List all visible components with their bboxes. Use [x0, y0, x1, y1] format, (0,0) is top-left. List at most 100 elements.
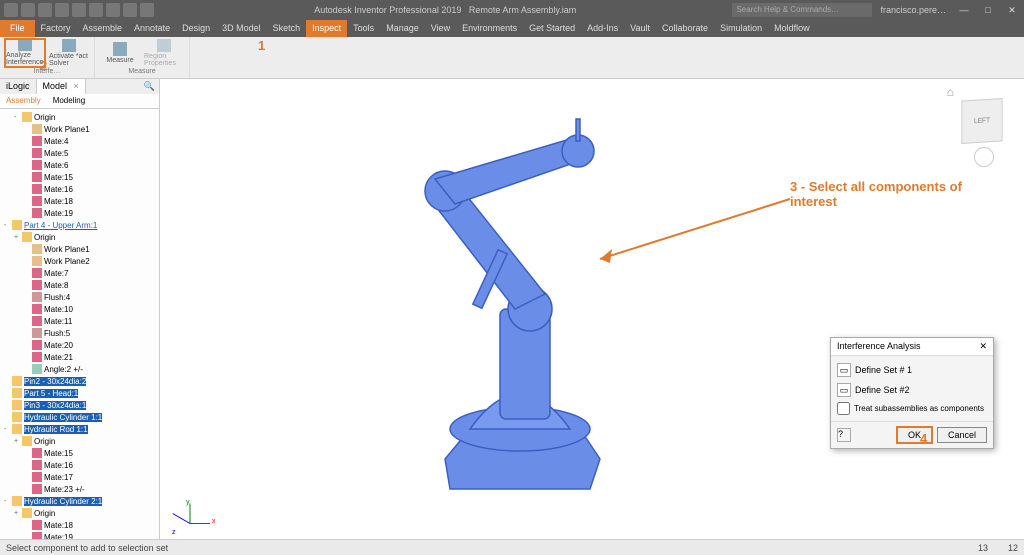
home-view-icon[interactable]: ⌂ [947, 85, 954, 99]
dialog-titlebar[interactable]: Interference Analysis ✕ [831, 338, 993, 356]
menu-simulation[interactable]: Simulation [714, 20, 768, 37]
expand-icon[interactable]: + [14, 234, 22, 241]
menu-environments[interactable]: Environments [456, 20, 523, 37]
tree-node[interactable]: -Hydraulic Rod 1:1 [0, 423, 159, 435]
tree-node[interactable]: Mate:21 [0, 351, 159, 363]
maximize-button[interactable]: □ [976, 0, 1000, 20]
define-set-2[interactable]: ▭ Define Set #2 [837, 380, 987, 400]
qat-appearance-icon[interactable] [123, 3, 137, 17]
tree-node[interactable]: Mate:15 [0, 171, 159, 183]
tree-node[interactable]: Work Plane2 [0, 255, 159, 267]
user-area[interactable]: francisco.pere… [880, 5, 952, 15]
tree-node[interactable]: Mate:8 [0, 279, 159, 291]
tree-node[interactable]: Mate:6 [0, 159, 159, 171]
qat-home-icon[interactable] [89, 3, 103, 17]
viewport[interactable]: ⌂ LEFT [160, 79, 1024, 539]
tree-node[interactable]: Mate:20 [0, 339, 159, 351]
tab-model[interactable]: Model × [37, 79, 86, 94]
tree-node[interactable]: +Origin [0, 435, 159, 447]
define-set-1[interactable]: ▭ Define Set # 1 [837, 360, 987, 380]
close-icon[interactable]: × [74, 81, 79, 91]
file-menu[interactable]: File [0, 20, 35, 37]
close-button[interactable]: ✕ [1000, 0, 1024, 20]
menu-design[interactable]: Design [176, 20, 216, 37]
qat-material-icon[interactable] [106, 3, 120, 17]
tree-node[interactable]: Part 5 - Head:1 [0, 387, 159, 399]
help-search-input[interactable]: Search Help & Commands… [732, 3, 872, 17]
ribbon-btn-measure[interactable]: Measure [99, 38, 141, 68]
dialog-close-icon[interactable]: ✕ [979, 341, 987, 352]
tree-node[interactable]: Mate:18 [0, 519, 159, 531]
expand-icon[interactable]: - [14, 114, 22, 121]
tree-node[interactable]: Mate:19 [0, 531, 159, 539]
expand-icon[interactable]: + [14, 438, 22, 445]
menu-factory[interactable]: Factory [35, 20, 77, 37]
tree-node[interactable]: Mate:19 [0, 207, 159, 219]
tree-node[interactable]: Flush:4 [0, 291, 159, 303]
tree-node[interactable]: +Origin [0, 507, 159, 519]
menu-tools[interactable]: Tools [347, 20, 380, 37]
tree-node[interactable]: Work Plane1 [0, 123, 159, 135]
menu-annotate[interactable]: Annotate [128, 20, 176, 37]
tree-node[interactable]: Mate:17 [0, 471, 159, 483]
menu-add-ins[interactable]: Add-Ins [581, 20, 624, 37]
minimize-button[interactable]: — [952, 0, 976, 20]
menu-assemble[interactable]: Assemble [77, 20, 129, 37]
tree-node[interactable]: Mate:18 [0, 195, 159, 207]
tree-node[interactable]: Flush:5 [0, 327, 159, 339]
ok-button[interactable]: OK [896, 426, 933, 444]
model-tree[interactable]: -OriginWork Plane1Mate:4Mate:5Mate:6Mate… [0, 109, 159, 539]
menu-get-started[interactable]: Get Started [523, 20, 581, 37]
tree-node[interactable]: Pin2 - 30x24dia:2 [0, 375, 159, 387]
tree-node[interactable]: Work Plane1 [0, 243, 159, 255]
tree-node[interactable]: -Hydraulic Cylinder 2:1 [0, 495, 159, 507]
tree-node[interactable]: Mate:10 [0, 303, 159, 315]
qat-open-icon[interactable] [21, 3, 35, 17]
tree-node[interactable]: Mate:4 [0, 135, 159, 147]
menu-inspect[interactable]: Inspect [306, 20, 347, 37]
subtab-assembly[interactable]: Assembly [0, 94, 47, 108]
help-icon[interactable]: ? [837, 428, 851, 442]
tree-node[interactable]: Pin3 - 30x24dia:1 [0, 399, 159, 411]
tree-node[interactable]: -Part 4 - Upper Arm:1 [0, 219, 159, 231]
select-set2-icon[interactable]: ▭ [837, 383, 851, 397]
nav-wheel-icon[interactable] [974, 147, 994, 167]
expand-icon[interactable]: - [4, 498, 12, 505]
menu-sketch[interactable]: Sketch [267, 20, 307, 37]
expand-icon[interactable]: - [4, 222, 12, 229]
select-set1-icon[interactable]: ▭ [837, 363, 851, 377]
cancel-button[interactable]: Cancel [937, 427, 987, 443]
tree-node[interactable]: -Origin [0, 111, 159, 123]
tree-node[interactable]: Mate:16 [0, 183, 159, 195]
ribbon-btn-activate-act-solver[interactable]: Activate *act Solver [48, 38, 90, 68]
treat-subassemblies-checkbox[interactable]: Treat subassemblies as components [837, 400, 987, 417]
subtab-modeling[interactable]: Modeling [47, 94, 91, 108]
tree-node[interactable]: +Origin [0, 231, 159, 243]
qat-undo-icon[interactable] [55, 3, 69, 17]
tree-node[interactable]: Mate:15 [0, 447, 159, 459]
menu-manage[interactable]: Manage [380, 20, 425, 37]
qat-save-icon[interactable] [38, 3, 52, 17]
tab-ilogic[interactable]: iLogic [0, 79, 37, 94]
tree-node[interactable]: Hydraulic Cylinder 1:1 [0, 411, 159, 423]
tree-node[interactable]: Mate:11 [0, 315, 159, 327]
qat-fx-icon[interactable] [140, 3, 154, 17]
qat-redo-icon[interactable] [72, 3, 86, 17]
tree-node[interactable]: Angle:2 +/- [0, 363, 159, 375]
checkbox-input[interactable] [837, 402, 850, 415]
window-title: Autodesk Inventor Professional 2019 Remo… [158, 5, 732, 15]
tree-node[interactable]: Mate:16 [0, 459, 159, 471]
search-icon[interactable]: 🔍 [140, 79, 159, 94]
qat-new-icon[interactable] [4, 3, 18, 17]
expand-icon[interactable]: + [14, 510, 22, 517]
menu-vault[interactable]: Vault [624, 20, 656, 37]
tree-node[interactable]: Mate:23 +/- [0, 483, 159, 495]
expand-icon[interactable]: - [4, 426, 12, 433]
menu-3d-model[interactable]: 3D Model [216, 20, 267, 37]
tree-node[interactable]: Mate:5 [0, 147, 159, 159]
menu-view[interactable]: View [425, 20, 456, 37]
menu-moldflow[interactable]: Moldflow [768, 20, 816, 37]
viewcube[interactable]: LEFT [961, 98, 1002, 144]
menu-collaborate[interactable]: Collaborate [656, 20, 714, 37]
tree-node[interactable]: Mate:7 [0, 267, 159, 279]
